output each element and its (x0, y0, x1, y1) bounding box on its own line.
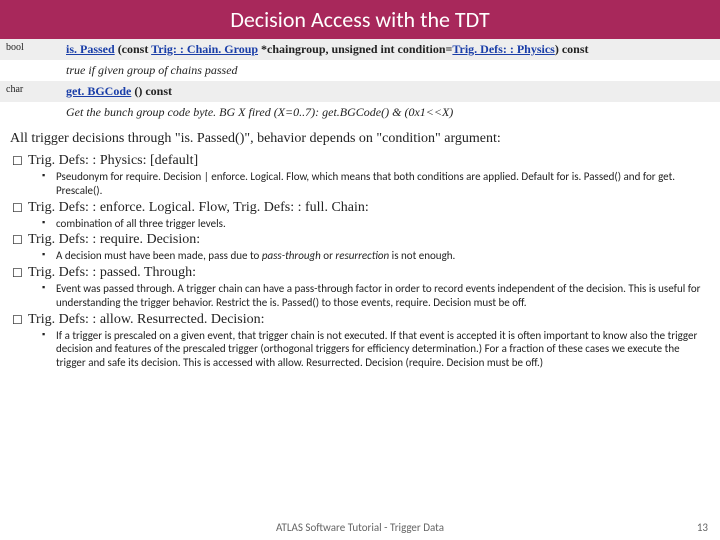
definition-detail: Pseudonym for require. Decision | enforc… (56, 170, 706, 198)
api-table: boolis. Passed (const Trig: : Chain. Gro… (0, 39, 720, 123)
function-signature: get. BGCode () const (60, 81, 720, 102)
return-type: bool (0, 39, 60, 60)
definitions-list: Trig. Defs: : Physics: [default]Pseudony… (14, 153, 706, 370)
api-link[interactable]: get. BGCode (66, 84, 131, 98)
intro-text: All trigger decisions through "is. Passe… (10, 131, 710, 147)
definition-title: Trig. Defs: : require. Decision: (28, 232, 706, 248)
definition-item: Trig. Defs: : passed. Through:Event was … (28, 265, 706, 310)
definition-detail: If a trigger is prescaled on a given eve… (56, 329, 706, 370)
definition-item: Trig. Defs: : allow. Resurrected. Decisi… (28, 312, 706, 370)
definition-detail: Event was passed through. A trigger chai… (56, 282, 706, 310)
return-type: char (0, 81, 60, 102)
api-link[interactable]: Trig. Defs: : Physics (452, 42, 554, 56)
slide-title: Decision Access with the TDT (0, 0, 720, 39)
function-description: Get the bunch group code byte. BG X fire… (60, 102, 720, 123)
page-number: 13 (697, 521, 708, 534)
api-link[interactable]: Trig: : Chain. Group (151, 42, 258, 56)
definition-title: Trig. Defs: : enforce. Logical. Flow, Tr… (28, 200, 706, 216)
function-description: true if given group of chains passed (60, 60, 720, 81)
footer-text: ATLAS Software Tutorial - Trigger Data (0, 521, 720, 534)
definition-item: Trig. Defs: : enforce. Logical. Flow, Tr… (28, 200, 706, 231)
definition-detail: A decision must have been made, pass due… (56, 249, 706, 263)
definition-title: Trig. Defs: : passed. Through: (28, 265, 706, 281)
function-signature: is. Passed (const Trig: : Chain. Group *… (60, 39, 720, 60)
api-link[interactable]: is. Passed (66, 42, 115, 56)
definition-detail: combination of all three trigger levels. (56, 217, 706, 231)
definition-item: Trig. Defs: : require. Decision:A decisi… (28, 232, 706, 263)
definition-title: Trig. Defs: : allow. Resurrected. Decisi… (28, 312, 706, 328)
definition-item: Trig. Defs: : Physics: [default]Pseudony… (28, 153, 706, 198)
definition-title: Trig. Defs: : Physics: [default] (28, 153, 706, 169)
